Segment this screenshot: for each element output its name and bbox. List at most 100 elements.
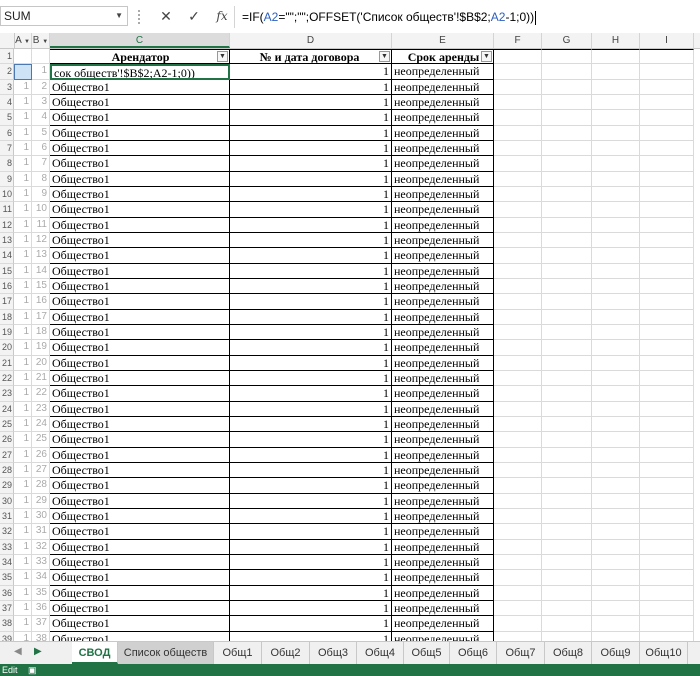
row-header[interactable]: 16 <box>0 278 14 295</box>
cell-a[interactable]: 1 <box>14 478 32 494</box>
cell-b[interactable]: 25 <box>32 432 50 448</box>
cell-a[interactable]: 1 <box>14 554 32 571</box>
cell-b[interactable]: 14 <box>32 263 50 279</box>
cell-contract[interactable]: 1 <box>230 94 392 111</box>
cell[interactable] <box>542 478 592 494</box>
cell-term[interactable]: неопределенный <box>392 309 494 325</box>
cell-tenant[interactable]: Общество1 <box>50 432 230 448</box>
cell[interactable] <box>542 462 592 479</box>
row-header[interactable]: 34 <box>0 554 14 571</box>
cell-b[interactable]: 21 <box>32 370 50 387</box>
cell-b[interactable]: 12 <box>32 232 50 249</box>
cell-b[interactable]: 11 <box>32 217 50 233</box>
header-cell-contract[interactable]: № и дата договора ▼ <box>230 49 392 65</box>
cell[interactable] <box>592 202 640 218</box>
cell-b[interactable]: 23 <box>32 401 50 417</box>
cell[interactable] <box>640 49 694 65</box>
cell-tenant[interactable]: Общество1 <box>50 294 230 310</box>
cell[interactable] <box>640 232 694 249</box>
cell[interactable] <box>592 49 640 65</box>
cell[interactable] <box>592 570 640 586</box>
cell[interactable] <box>640 156 694 172</box>
cell[interactable] <box>494 416 542 433</box>
cell-b[interactable]: 33 <box>32 554 50 571</box>
row-header[interactable]: 36 <box>0 585 14 601</box>
cell-contract[interactable]: 1 <box>230 125 392 141</box>
row-header[interactable]: 9 <box>0 171 14 187</box>
cell[interactable] <box>592 447 640 463</box>
filter-dropdown-icon[interactable]: ▼ <box>217 51 228 62</box>
cell-contract[interactable]: 1 <box>230 156 392 172</box>
cell-tenant[interactable]: Общество1 <box>50 493 230 509</box>
cell[interactable] <box>592 171 640 187</box>
cell-term[interactable]: неопределенный <box>392 416 494 433</box>
cell-a[interactable]: 1 <box>14 263 32 279</box>
cell[interactable] <box>592 355 640 371</box>
cell[interactable] <box>640 278 694 295</box>
cell-a[interactable]: 1 <box>14 386 32 402</box>
cell[interactable] <box>494 432 542 448</box>
cell[interactable] <box>640 508 694 525</box>
cell[interactable] <box>542 539 592 555</box>
cell[interactable] <box>640 94 694 111</box>
cell[interactable] <box>542 294 592 310</box>
cell-b[interactable]: 30 <box>32 508 50 525</box>
sheet-tab[interactable]: Список обществ <box>118 642 214 664</box>
cell[interactable] <box>494 493 542 509</box>
cell[interactable] <box>542 370 592 387</box>
cell-a[interactable]: 1 <box>14 202 32 218</box>
cell-a[interactable]: 1 <box>14 156 32 172</box>
cell[interactable] <box>640 462 694 479</box>
cell-b[interactable]: 17 <box>32 309 50 325</box>
cell-term[interactable]: неопределенный <box>392 340 494 356</box>
row-header[interactable]: 6 <box>0 125 14 141</box>
row-header[interactable]: 32 <box>0 524 14 540</box>
row-header[interactable]: 5 <box>0 110 14 126</box>
cell[interactable] <box>494 263 542 279</box>
cell-a[interactable]: 1 <box>14 186 32 203</box>
cell[interactable] <box>592 156 640 172</box>
cell-a[interactable]: 1 <box>14 355 32 371</box>
cell[interactable] <box>592 508 640 525</box>
cell[interactable] <box>494 64 542 80</box>
cell[interactable] <box>640 309 694 325</box>
cell-b[interactable]: 20 <box>32 355 50 371</box>
cell[interactable] <box>640 416 694 433</box>
cell-term[interactable]: неопределенный <box>392 355 494 371</box>
cell-a[interactable]: 1 <box>14 79 32 95</box>
macro-record-icon[interactable]: ▣ <box>28 665 37 675</box>
cell[interactable] <box>640 631 694 641</box>
cell[interactable] <box>640 202 694 218</box>
cell-term[interactable]: неопределенный <box>392 294 494 310</box>
cell-contract[interactable]: 1 <box>230 386 392 402</box>
cell-contract[interactable]: 1 <box>230 631 392 641</box>
cell-b[interactable]: 7 <box>32 156 50 172</box>
cell-term[interactable]: неопределенный <box>392 600 494 617</box>
cell[interactable] <box>542 416 592 433</box>
cell-contract[interactable]: 1 <box>230 217 392 233</box>
cell[interactable] <box>494 370 542 387</box>
cell-contract[interactable]: 1 <box>230 616 392 632</box>
cell-contract[interactable]: 1 <box>230 232 392 249</box>
row-header[interactable]: 21 <box>0 355 14 371</box>
row-header[interactable]: 14 <box>0 248 14 264</box>
cell[interactable] <box>640 370 694 387</box>
cell-tenant[interactable]: Общество1 <box>50 524 230 540</box>
cell-a[interactable]: 1 <box>14 447 32 463</box>
header-cell-term[interactable]: Срок аренды ▼ <box>392 49 494 65</box>
cell[interactable] <box>494 585 542 601</box>
cell-term[interactable]: неопределенный <box>392 186 494 203</box>
cell-a[interactable]: 1 <box>14 294 32 310</box>
cell-b[interactable]: 15 <box>32 278 50 295</box>
cell-contract[interactable]: 1 <box>230 340 392 356</box>
row-header[interactable]: 7 <box>0 140 14 157</box>
column-header-i[interactable]: I <box>640 33 694 48</box>
cell-tenant[interactable]: Общество1 <box>50 110 230 126</box>
cell[interactable] <box>494 462 542 479</box>
cell-contract[interactable]: 1 <box>230 524 392 540</box>
cell[interactable] <box>542 570 592 586</box>
cell[interactable] <box>32 49 50 65</box>
check-icon[interactable]: ✓ <box>182 6 206 26</box>
cell-a[interactable]: 1 <box>14 462 32 479</box>
row-header[interactable]: 39 <box>0 631 14 641</box>
